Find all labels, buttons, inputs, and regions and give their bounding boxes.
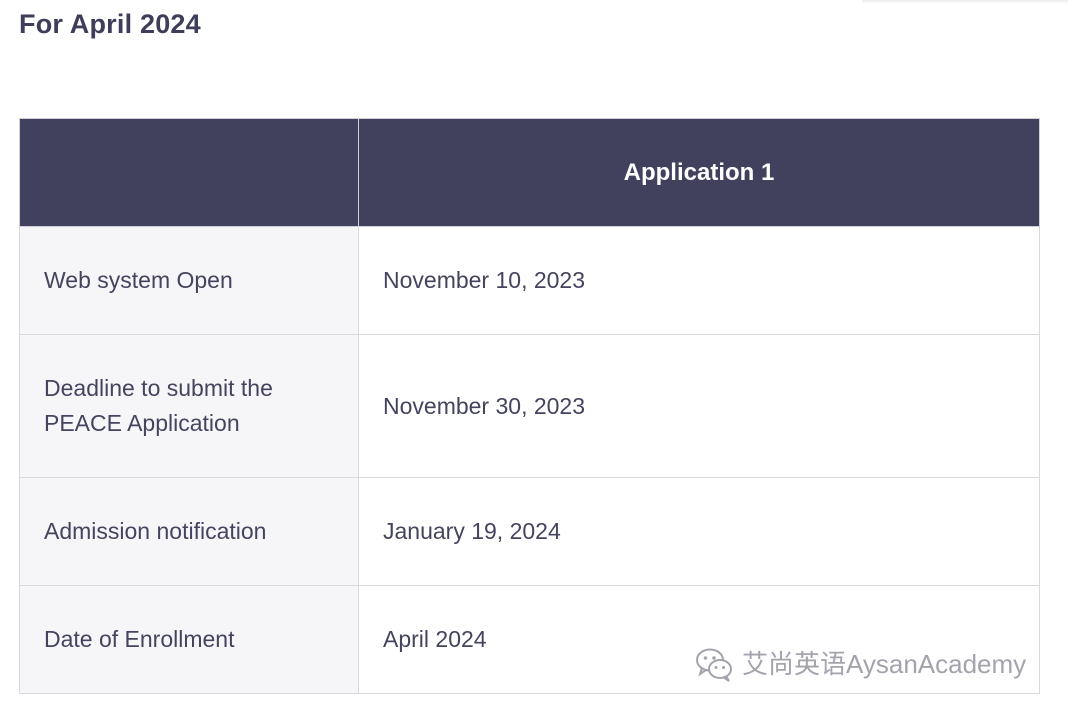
row-value-web-system-open: November 10, 2023 xyxy=(358,226,1040,335)
table-row: Web system Open November 10, 2023 xyxy=(19,226,1040,335)
row-label-web-system-open: Web system Open xyxy=(19,226,359,335)
table-header-empty xyxy=(19,118,359,227)
row-value-deadline: November 30, 2023 xyxy=(358,334,1040,478)
table-header-application-1: Application 1 xyxy=(358,118,1040,227)
row-value-admission-notification: January 19, 2024 xyxy=(358,477,1040,586)
schedule-table: Application 1 Web system Open November 1… xyxy=(19,118,1040,694)
row-label-deadline-line2: PEACE Application xyxy=(44,410,240,436)
watermark-text: 艾尚英语AysanAcademy xyxy=(742,649,1027,679)
row-label-admission-notification: Admission notification xyxy=(19,477,359,586)
row-label-deadline-line1: Deadline to submit the xyxy=(44,375,273,401)
table-header-row: Application 1 xyxy=(19,118,1040,227)
row-label-date-of-enrollment: Date of Enrollment xyxy=(19,585,359,694)
table-row: Deadline to submit the PEACE Application… xyxy=(19,334,1040,478)
section-title: For April 2024 xyxy=(19,9,201,39)
table-row: Admission notification January 19, 2024 xyxy=(19,477,1040,586)
top-shadow xyxy=(862,0,1068,4)
watermark: 艾尚英语AysanAcademy xyxy=(694,644,1026,684)
row-label-deadline: Deadline to submit the PEACE Application xyxy=(19,334,359,478)
wechat-icon xyxy=(696,648,732,682)
